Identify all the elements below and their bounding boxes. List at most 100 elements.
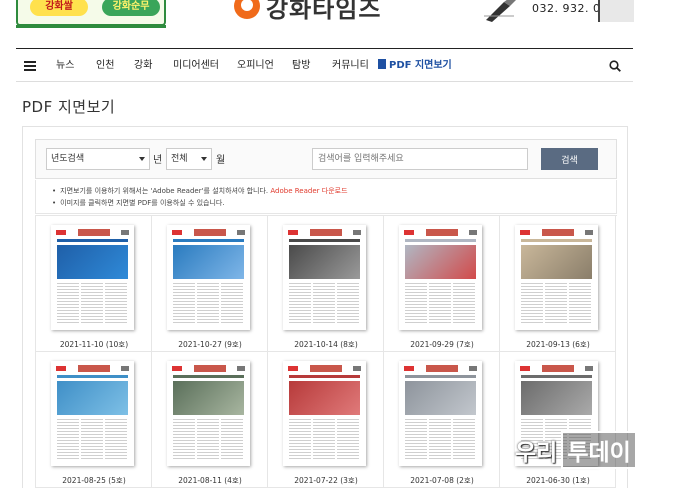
thumb-column	[521, 283, 543, 323]
fountain-pen-icon	[484, 0, 516, 22]
page-title: PDF 지면보기	[22, 98, 116, 116]
newspaper-thumbnail[interactable]	[515, 225, 598, 330]
thumb-box	[121, 366, 129, 371]
thumb-box	[237, 366, 245, 371]
search-input[interactable]	[312, 148, 528, 170]
month-unit-label: 월	[216, 155, 226, 166]
thumb-title	[542, 365, 574, 372]
newspaper-thumbnail[interactable]	[399, 361, 482, 466]
issue-card[interactable]: 2021-10-14 (8호)	[268, 216, 384, 352]
thumb-title	[426, 229, 458, 236]
thumb-headline	[57, 239, 128, 242]
thumb-headline	[521, 239, 592, 242]
thumb-box	[237, 230, 245, 235]
thumb-box	[353, 366, 361, 371]
thumb-column	[569, 283, 591, 323]
thumb-headline	[57, 375, 128, 378]
issue-date: 2021-06-30 (1호)	[526, 476, 590, 485]
newspaper-thumbnail[interactable]	[167, 361, 250, 466]
thumb-masthead	[170, 364, 247, 373]
issue-date: 2021-09-13 (6호)	[526, 340, 590, 349]
issue-date: 2021-08-25 (5호)	[62, 476, 126, 485]
nav-item-tambang[interactable]: 탐방	[292, 49, 310, 82]
thumb-photo	[405, 245, 476, 279]
ad-banner-right[interactable]: 032. 932. 0112	[484, 0, 634, 26]
thumb-photo	[289, 381, 360, 415]
thumb-title	[194, 365, 226, 372]
thumb-title	[310, 365, 342, 372]
nav-item-ganghwa[interactable]: 강화	[134, 49, 152, 82]
thumb-title	[78, 229, 110, 236]
nav-item-news[interactable]: 뉴스	[56, 49, 74, 82]
issue-card[interactable]: 2021-10-27 (9호)	[152, 216, 268, 352]
search-icon[interactable]	[609, 60, 621, 72]
thumb-box	[469, 230, 477, 235]
issue-date: 2021-10-14 (8호)	[294, 340, 358, 349]
thumb-photo	[173, 381, 244, 415]
thumb-box	[585, 366, 593, 371]
issue-card[interactable]: 2021-07-22 (3호)	[268, 352, 384, 488]
year-select-value: 년도검색	[51, 154, 85, 164]
watermark-logo: 우리 투데이	[515, 430, 637, 470]
search-button[interactable]: 검색	[541, 148, 598, 170]
newspaper-thumbnail[interactable]	[167, 225, 250, 330]
thumb-column	[105, 419, 127, 459]
thumb-masthead	[286, 364, 363, 373]
newspaper-thumbnail[interactable]	[283, 361, 366, 466]
thumb-column	[57, 419, 79, 459]
month-select-value: 전체	[171, 154, 188, 164]
thumb-masthead	[518, 364, 595, 373]
thumb-masthead	[402, 364, 479, 373]
thumb-photo	[405, 381, 476, 415]
thumb-column	[289, 283, 311, 323]
chevron-down-icon	[201, 157, 207, 161]
thumb-column	[81, 283, 103, 323]
hamburger-menu-icon[interactable]	[24, 61, 36, 71]
issue-card[interactable]: 2021-07-08 (2호)	[384, 352, 500, 488]
thumb-masthead	[54, 364, 131, 373]
thumb-column	[197, 283, 219, 323]
notice-item: 이미지를 클릭하면 지면별 PDF를 이용하실 수 있습니다.	[52, 197, 616, 209]
thumb-headline	[405, 239, 476, 242]
thumb-column	[337, 419, 359, 459]
issue-date: 2021-11-10 (10호)	[59, 340, 129, 349]
issue-card[interactable]: 2021-11-10 (10호)	[36, 216, 152, 352]
thumb-logo	[56, 366, 66, 371]
issue-date: 2021-07-08 (2호)	[410, 476, 474, 485]
issue-card[interactable]: 2021-08-11 (4호)	[152, 352, 268, 488]
thumb-column	[197, 419, 219, 459]
thumb-logo	[172, 230, 182, 235]
thumb-title	[194, 229, 226, 236]
nav-item-community[interactable]: 커뮤니티	[332, 49, 369, 82]
adobe-download-link[interactable]: Adobe Reader 다운로드	[270, 187, 347, 195]
thumb-photo	[57, 245, 128, 279]
month-select[interactable]: 전체	[166, 148, 212, 170]
thumb-logo	[288, 230, 298, 235]
nav-item-media-center[interactable]: 미디어센터	[173, 49, 219, 82]
main-nav: 뉴스 인천 강화 미디어센터 오피니언 탐방 커뮤니티 PDF 지면보기	[16, 48, 633, 82]
newspaper-thumbnail[interactable]	[283, 225, 366, 330]
promo-pill-rice: 강화쌀	[30, 0, 88, 16]
thumb-column	[545, 283, 567, 323]
issue-card[interactable]: 2021-09-29 (7호)	[384, 216, 500, 352]
logo-mark-icon	[234, 0, 260, 19]
newspaper-thumbnail[interactable]	[51, 361, 134, 466]
nav-item-opinion[interactable]: 오피니언	[237, 49, 274, 82]
promo-pill-turnip: 강화순무	[102, 0, 160, 16]
thumb-column	[429, 283, 451, 323]
year-select[interactable]: 년도검색	[46, 148, 150, 170]
issue-card[interactable]: 2021-09-13 (6호)	[500, 216, 616, 352]
thumb-column	[337, 283, 359, 323]
thumb-column	[173, 419, 195, 459]
newspaper-thumbnail[interactable]	[51, 225, 134, 330]
nav-item-incheon[interactable]: 인천	[96, 49, 114, 82]
promo-banner-left[interactable]: 강화쌀 강화순무	[16, 0, 166, 28]
issue-card[interactable]: 2021-08-25 (5호)	[36, 352, 152, 488]
issue-date: 2021-10-27 (9호)	[178, 340, 242, 349]
thumb-column	[313, 283, 335, 323]
thumb-column	[405, 283, 427, 323]
newspaper-thumbnail[interactable]	[399, 225, 482, 330]
site-logo[interactable]: 강화타임즈	[234, 0, 381, 23]
thumb-logo	[288, 366, 298, 371]
nav-item-pdf[interactable]: PDF 지면보기	[378, 49, 452, 82]
